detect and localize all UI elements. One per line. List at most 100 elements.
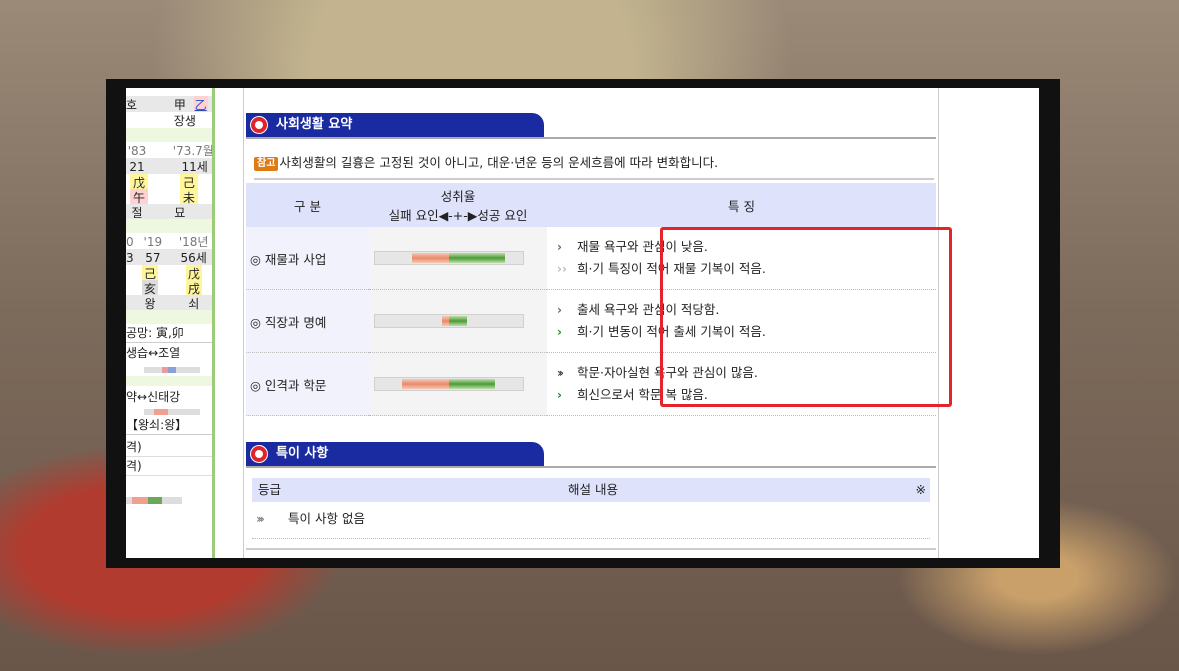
panel-row: 0 '19 '18년 (126, 233, 212, 249)
header-rate-title: 성취율 (440, 189, 476, 204)
row-rate-cell (369, 227, 547, 290)
panel-cell: 57 (145, 251, 161, 265)
section-title: 사회생활 요약 (276, 117, 353, 132)
highlight-box (660, 227, 952, 407)
panel-row: 午 未 (126, 189, 212, 204)
balance-bar (144, 367, 200, 373)
section-title: 특이 사항 (276, 446, 329, 461)
header-desc: 해설 내용 (568, 482, 618, 497)
panel-cell: 午 (130, 189, 148, 204)
panel-row: 호 甲 乙 (126, 96, 212, 112)
panel-cell: 甲 (173, 98, 186, 112)
panel-cell: 11세 (181, 160, 208, 174)
header-mark: ※ (915, 482, 926, 497)
row-category: ◎ 직장과 명예 (246, 289, 369, 353)
special-notes-tab: 특이 사항 (246, 442, 544, 466)
arrow-icon: › (557, 240, 562, 254)
row-rate-cell (369, 352, 547, 416)
strength-bar (144, 409, 200, 415)
notice-text: 사회생활의 길흉은 고정된 것이 아니고, 대운·년운 등의 운세흐름에 따라 … (279, 155, 719, 170)
panel-cell: 21 (129, 160, 145, 174)
failure-factor-fill (442, 316, 449, 326)
failure-factor-fill (402, 379, 449, 389)
panel-cell: 戌 (185, 280, 202, 295)
special-header-row: 등급 해설 내용 ※ (252, 478, 930, 502)
panel-row (126, 363, 212, 373)
table-header-row: 구 분 성취율 실패 요인◀-+-▶성공 요인 특 징 (246, 183, 936, 227)
special-row-text: 특이 사항 없음 (288, 511, 365, 526)
panel-cell: 亥 (142, 280, 158, 295)
panel-row: 亥 戌 (126, 280, 212, 295)
panel-cell: '18년 (178, 235, 209, 249)
section-divider (246, 466, 936, 468)
section-divider (246, 137, 936, 139)
panel-row (126, 405, 212, 415)
panel-cell: 약↔신태강 (126, 390, 181, 404)
rate-bar (374, 377, 524, 391)
failure-factor-fill (412, 253, 449, 263)
social-summary-tab: 사회생활 요약 (246, 113, 544, 137)
panel-row: '83 '73.7월 (126, 142, 212, 158)
panel-row: 3 57 56세 (126, 249, 212, 265)
panel-cell: 격) (126, 440, 142, 454)
panel-spacer (126, 376, 212, 386)
panel-row: 戊 己 (126, 174, 212, 189)
header-rate-sub: 실패 요인◀-+-▶성공 요인 (388, 208, 528, 223)
panel-cell: 未 (179, 189, 198, 204)
panel-cell-link[interactable]: 乙 (193, 96, 208, 112)
panel-row: 격) (126, 438, 212, 457)
double-arrow-icon: ››› (256, 512, 265, 526)
main-content: 사회생활 요약 참고 사회생활의 길흉은 고정된 것이 아니고, 대운·년운 등의… (243, 88, 952, 558)
panel-cell: 묘 (174, 206, 186, 219)
saju-side-panel: 호 甲 乙 장생 '83 '73.7월 21 11세 戊 己 午 未 절 묘 0… (126, 88, 215, 558)
special-row: ››› 특이 사항 없음 (252, 508, 930, 539)
panel-row: 약↔신태강 (126, 388, 212, 406)
panel-cell: '83 (127, 144, 147, 158)
panel-cell: '73.7월 (172, 144, 212, 158)
panel-cell: 장생 (173, 114, 196, 128)
browser-screen: 호 甲 乙 장생 '83 '73.7월 21 11세 戊 己 午 未 절 묘 0… (126, 88, 1039, 558)
panel-cell: 己 (142, 265, 158, 280)
panel-cell: 【왕쇠:왕】 (126, 418, 188, 432)
row-rate-cell (369, 289, 547, 353)
panel-row (126, 493, 212, 505)
header-features: 특 징 (547, 183, 936, 227)
target-bullet-icon (250, 116, 268, 134)
notice-badge: 참고 (254, 157, 279, 171)
panel-cell: 격) (126, 459, 142, 473)
row-category: ◎ 재물과 사업 (246, 227, 369, 290)
faded-double-arrow-icon: ›› (557, 262, 567, 276)
section-divider (246, 548, 936, 550)
panel-cell: 3 (126, 251, 134, 265)
success-factor-fill (449, 379, 495, 389)
panel-cell: 戊 (130, 174, 148, 189)
notice-line: 참고 사회생활의 길흉은 고정된 것이 아니고, 대운·년운 등의 운세흐름에 따… (254, 148, 934, 180)
panel-cell: 쇠 (188, 297, 200, 310)
panel-row: 격) (126, 457, 212, 476)
header-grade: 등급 (258, 482, 282, 497)
panel-row: 왕 쇠 (126, 295, 212, 310)
green-arrow-icon: › (557, 325, 562, 339)
panel-spacer (126, 128, 212, 142)
green-arrow-icon: › (557, 388, 562, 402)
rate-bar (374, 314, 524, 328)
panel-cell: 戊 (185, 265, 202, 280)
target-bullet-icon (250, 445, 268, 463)
success-factor-fill (449, 316, 467, 326)
panel-cell: '19 (143, 235, 163, 249)
arrow-icon: › (557, 303, 562, 317)
panel-cell: 절 (131, 206, 143, 219)
header-category: 구 분 (246, 183, 369, 227)
panel-cell: 호 (126, 98, 138, 112)
panel-row: 21 11세 (126, 158, 212, 174)
ratio-bar (126, 497, 182, 504)
header-rate: 성취율 실패 요인◀-+-▶성공 요인 (369, 183, 547, 227)
panel-cell: 왕 (144, 297, 156, 310)
panel-cell: 0 (126, 235, 134, 249)
panel-cell: 생습↔조열 (126, 346, 181, 360)
panel-row: 【왕쇠:왕】 (126, 416, 212, 435)
rate-bar (374, 251, 524, 265)
panel-row: 생습↔조열 (126, 344, 212, 362)
panel-cell: 己 (179, 174, 198, 189)
panel-row: 장생 (126, 112, 212, 128)
